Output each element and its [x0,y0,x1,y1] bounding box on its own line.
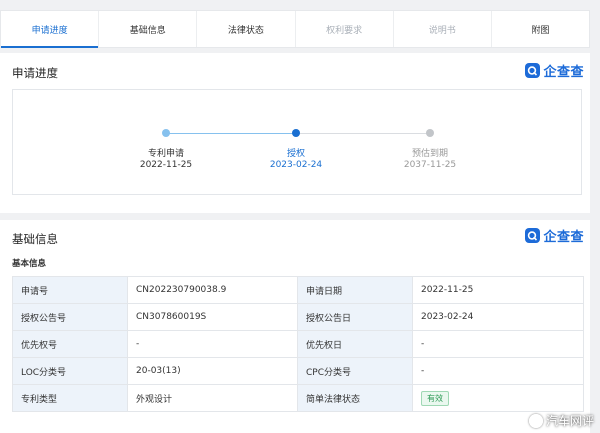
basic-info-table: 申请号 CN202230790038.9 申请日期 2022-11-25 授权公… [12,276,584,412]
timeline-track-pending [296,133,430,134]
field-label: 授权公告日 [297,303,413,331]
grant-publication-number: CN307860019S [127,303,298,331]
basic-info-subtitle: 基本信息 [12,259,47,269]
watermark-text: 汽车网评 [545,414,594,428]
field-label: LOC分类号 [12,357,128,385]
table-row: 专利类型 外观设计 简单法律状态 有效 [12,384,584,412]
progress-section-title: 申请进度 [12,66,58,80]
status-badge: 有效 [421,390,449,406]
grant-publication-date: 2023-02-24 [412,303,584,331]
step-label-grant: 授权 [286,149,305,159]
basic-info-section-title: 基础信息 [12,232,58,246]
field-label: 申请日期 [297,276,413,304]
brand-name: 企查查 [543,230,584,245]
brand-logo: 企查查 [525,226,584,245]
tab-legal-status[interactable]: 法律状态 [197,11,296,47]
table-row: 申请号 CN202230790038.9 申请日期 2022-11-25 [12,276,584,304]
step-dot-grant [292,129,300,137]
cpc-classification: - [412,357,584,385]
basic-info-section: 基础信息 企查查 基本信息 申请号 CN202230790038.9 申请日期 … [0,220,590,433]
tab-claims[interactable]: 权利要求 [296,11,394,47]
field-label: 专利类型 [12,384,128,412]
watermark: 汽车网评 [528,412,594,429]
progress-timeline: 专利申请 2022-11-25 授权 2023-02-24 预估到期 2037-… [12,89,582,195]
step-label-expiry: 预估到期 [411,149,448,159]
field-label: 优先权日 [297,330,413,358]
priority-number: - [127,330,298,358]
step-dot-expiry [426,129,434,137]
patent-type: 外观设计 [127,384,298,412]
brand-name: 企查查 [543,65,584,80]
step-label-application: 专利申请 [147,149,184,159]
timeline-track-done [166,133,296,134]
table-row: 授权公告号 CN307860019S 授权公告日 2023-02-24 [12,303,584,331]
qichacha-logo-icon [525,228,541,243]
application-date: 2022-11-25 [412,276,584,304]
field-label: 简单法律状态 [297,384,413,412]
qichacha-logo-icon [525,63,541,78]
tab-drawings[interactable]: 附图 [492,11,589,47]
table-row: 优先权号 - 优先权日 - [12,330,584,358]
field-label: 授权公告号 [12,303,128,331]
table-row: LOC分类号 20-03(13) CPC分类号 - [12,357,584,385]
tab-bar: 申请进度 基础信息 法律状态 权利要求 说明书 附图 [0,10,590,48]
application-number: CN202230790038.9 [127,276,298,304]
tab-application-progress[interactable]: 申请进度 [1,11,100,48]
loc-classification: 20-03(13) [127,357,298,385]
step-dot-application [162,129,170,137]
field-label: CPC分类号 [297,357,413,385]
step-date-expiry: 2037-11-25 [403,160,457,170]
step-date-grant: 2023-02-24 [269,160,323,170]
priority-date: - [412,330,584,358]
watermark-logo-icon [528,413,543,428]
step-date-application: 2022-11-25 [139,160,193,170]
tab-description[interactable]: 说明书 [394,11,492,47]
legal-status-cell: 有效 [412,384,584,412]
progress-section: 申请进度 企查查 专利申请 2022-11-25 授权 2023-02-24 预… [0,53,590,213]
tab-basic-info[interactable]: 基础信息 [99,11,198,47]
field-label: 优先权号 [12,330,128,358]
field-label: 申请号 [12,276,128,304]
brand-logo: 企查查 [525,61,584,80]
